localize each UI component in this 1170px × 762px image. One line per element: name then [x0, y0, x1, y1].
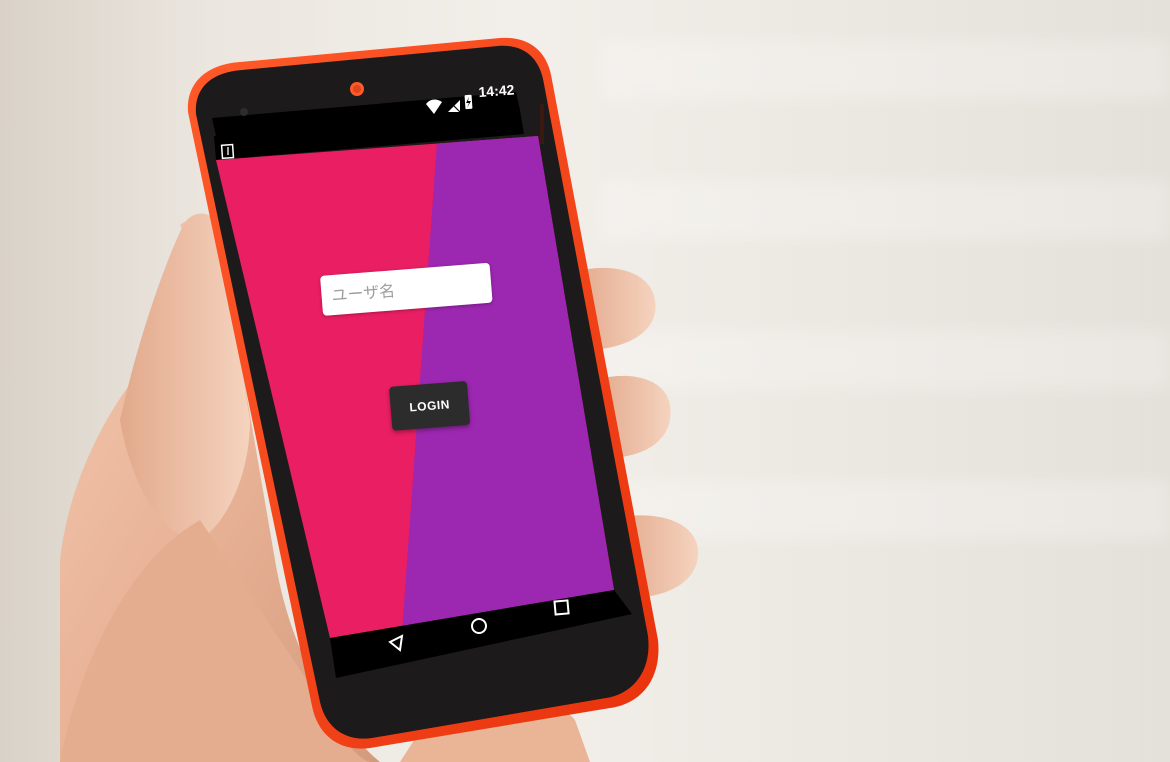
status-time: 14:42 — [478, 81, 515, 100]
login-button[interactable]: LOGIN — [389, 380, 471, 431]
photo-scene: 14:42 LOGIN — [0, 0, 1170, 762]
hand-illustration — [60, 213, 699, 762]
